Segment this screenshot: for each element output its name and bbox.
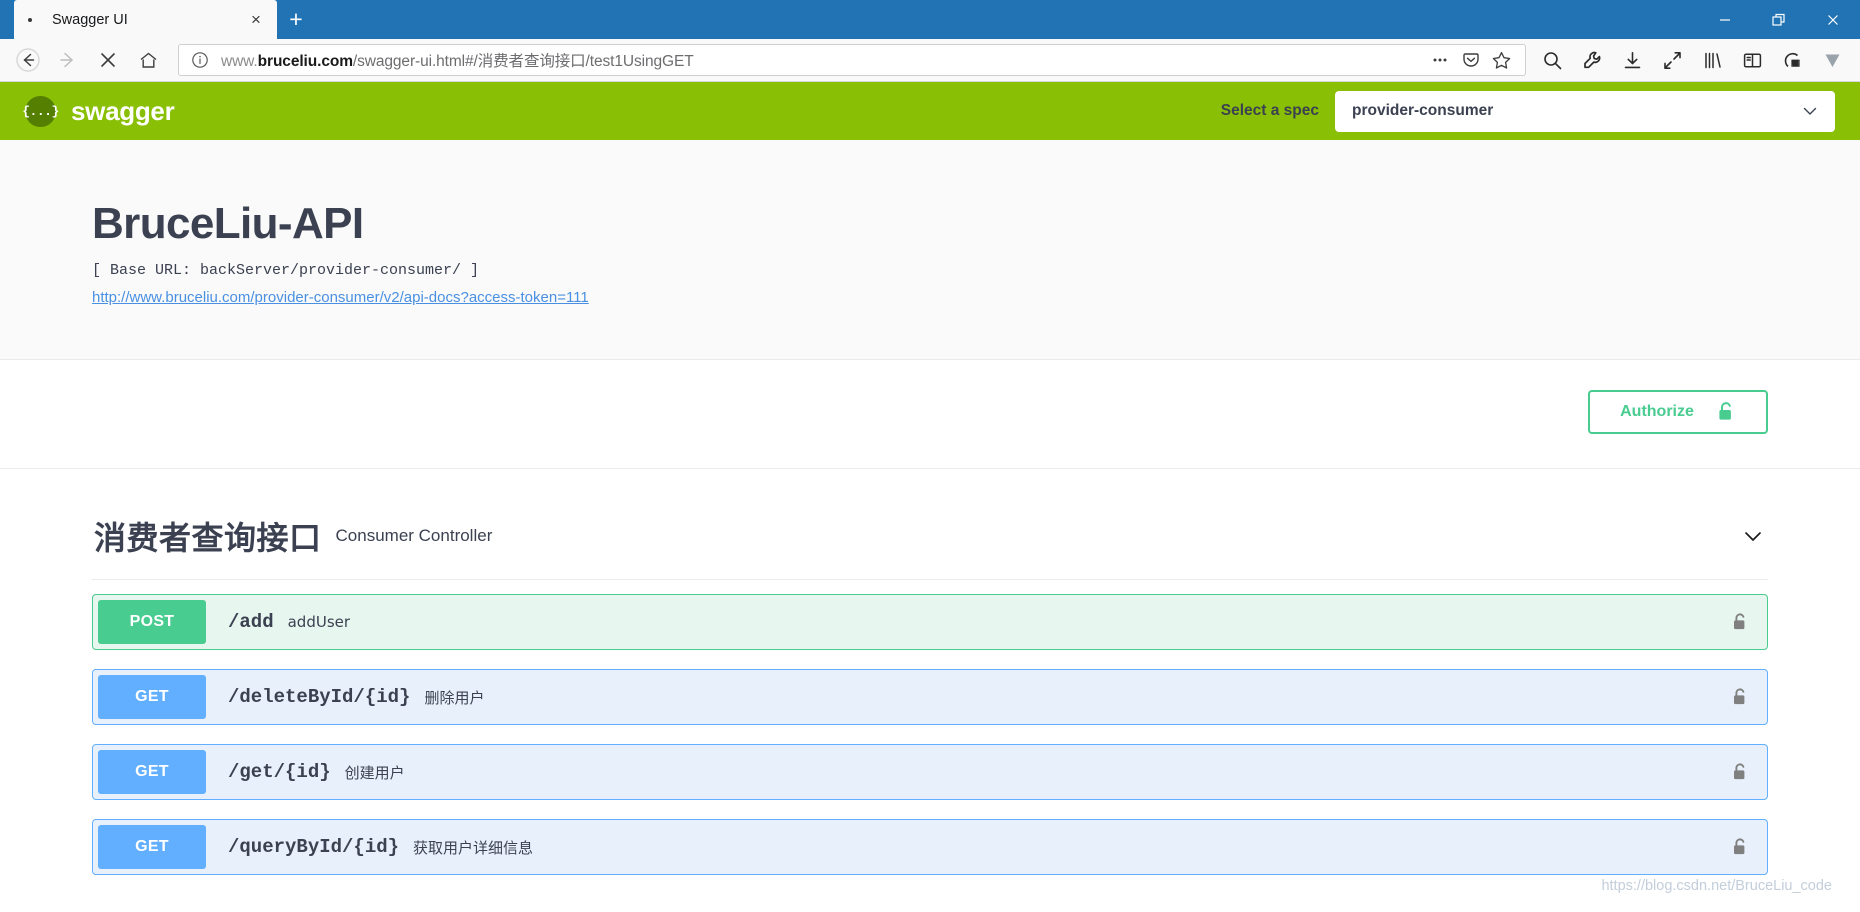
sidebar-icon[interactable] [1732,43,1772,77]
method-badge: POST [98,600,206,645]
swagger-logo[interactable]: {...} swagger [22,95,175,127]
chevron-v-icon[interactable] [1812,43,1852,77]
spec-selector-area: Select a spec provider-consumer [1220,90,1835,132]
address-bar[interactable]: www.bruceliu.com/swagger-ui.html#/消费者查询接… [178,44,1526,76]
tag-header[interactable]: 消费者查询接口 Consumer Controller [92,499,1768,581]
browser-navbar: www.bruceliu.com/swagger-ui.html#/消费者查询接… [0,39,1860,82]
authorize-button[interactable]: Authorize [1588,390,1768,435]
expand-icon[interactable] [1652,43,1692,77]
url-host: bruceliu.com [257,53,353,70]
operation-path: /get/{id} [228,761,331,784]
swagger-braces-icon: {...} [22,95,59,127]
method-badge: GET [98,750,206,795]
chevron-down-icon[interactable] [1740,523,1766,549]
browser-titlebar: Swagger UI × + [0,0,1860,39]
operation-summary: addUser [287,613,351,632]
page-title: BruceLiu-API [92,199,364,248]
operation-summary: 删除用户 [424,688,485,707]
close-icon[interactable] [1806,0,1860,39]
unlock-icon[interactable] [1731,762,1749,783]
unlock-icon [1716,401,1736,423]
operation-row[interactable]: GET /deleteById/{id} 删除用户 [92,669,1768,726]
new-tab-button[interactable]: + [277,0,315,39]
window-controls [1698,0,1860,39]
minimize-icon[interactable] [1698,0,1752,39]
tag-section: 消费者查询接口 Consumer Controller POST /add ad… [0,469,1860,876]
chevron-down-icon [1800,101,1820,121]
close-icon[interactable]: × [245,9,267,31]
search-icon[interactable] [1532,43,1572,77]
spec-selector-label: Select a spec [1220,102,1319,119]
home-icon[interactable] [128,43,168,77]
unlock-icon[interactable] [1731,837,1749,858]
spec-select-value: provider-consumer [1352,102,1494,119]
operation-summary: 创建用户 [344,763,405,782]
operation-path: /queryById/{id} [228,836,400,859]
operation-path: /add [228,611,274,634]
spec-select[interactable]: provider-consumer [1335,90,1835,132]
wrench-icon[interactable] [1572,43,1612,77]
account-icon[interactable] [1772,43,1812,77]
download-icon[interactable] [1612,43,1652,77]
operations-list: POST /add addUser GET /deleteById/{id} 删… [92,580,1768,876]
forward-arrow-icon [48,43,88,77]
operation-row[interactable]: POST /add addUser [92,594,1768,651]
base-url: [ Base URL: backServer/provider-consumer… [92,262,480,280]
page-content: {...} swagger Select a spec provider-con… [0,82,1860,912]
browser-toolbar-icons [1532,43,1852,77]
url-path: /swagger-ui.html#/消费者查询接口/test1UsingGET [352,53,694,70]
method-badge: GET [98,825,206,870]
ellipsis-icon[interactable] [1424,45,1455,75]
info-circle-icon[interactable] [191,51,210,70]
tag-description: Consumer Controller [335,526,493,546]
unlock-icon[interactable] [1731,687,1749,708]
watermark: https://blog.csdn.net/BruceLiu_code [1601,878,1832,894]
tab-title: Swagger UI [52,11,128,28]
operation-row[interactable]: GET /get/{id} 创建用户 [92,744,1768,801]
authorize-block: Authorize [0,360,1860,470]
method-badge: GET [98,675,206,720]
operation-summary: 获取用户详细信息 [413,838,534,857]
stop-icon[interactable] [88,43,128,77]
restore-icon[interactable] [1752,0,1806,39]
operation-row[interactable]: GET /queryById/{id} 获取用户详细信息 [92,819,1768,876]
swagger-topbar: {...} swagger Select a spec provider-con… [0,82,1860,140]
api-docs-link[interactable]: http://www.bruceliu.com/provider-consume… [92,289,589,306]
tab-favicon [28,17,32,22]
address-bar-actions [1424,45,1517,75]
back-arrow-icon[interactable] [8,43,48,77]
bookmark-star-icon[interactable] [1486,45,1517,75]
unlock-icon[interactable] [1731,612,1749,633]
url-text[interactable]: www.bruceliu.com/swagger-ui.html#/消费者查询接… [221,49,1424,71]
tag-title: 消费者查询接口 [94,519,322,558]
api-info-block: BruceLiu-API [ Base URL: backServer/prov… [0,140,1860,361]
pocket-icon[interactable] [1455,45,1486,75]
library-icon[interactable] [1692,43,1732,77]
operation-path: /deleteById/{id} [228,686,411,709]
browser-tab[interactable]: Swagger UI × [14,0,277,39]
authorize-button-label: Authorize [1620,403,1694,421]
swagger-logo-text: swagger [71,95,175,126]
